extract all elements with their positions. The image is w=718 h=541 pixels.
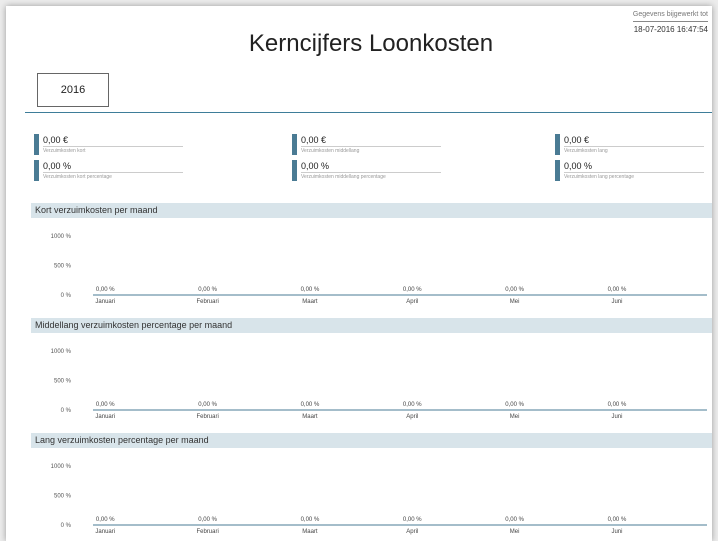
kpi-label: Verzuimkosten kort bbox=[43, 146, 183, 154]
kpi-accent-bar bbox=[34, 134, 39, 155]
kpi-accent-bar bbox=[555, 160, 560, 181]
kpi-card-medium-cost[interactable]: 0,00 € Verzuimkosten middellang bbox=[292, 134, 442, 155]
data-label: 0,00 % bbox=[198, 287, 217, 293]
kpi-accent-bar bbox=[34, 160, 39, 181]
section-header-medium: Middellang verzuimkosten percentage per … bbox=[31, 318, 712, 333]
x-tick-label: April bbox=[406, 414, 418, 420]
chart-short-per-month[interactable]: 1000 % 500 % 0 % 0,00 % Januari 0,00 % Februar… bbox=[31, 222, 712, 308]
data-label: 0,00 % bbox=[301, 402, 320, 408]
section-title: Middellang verzuimkosten percentage per … bbox=[35, 320, 233, 330]
kpi-value: 0,00 € bbox=[43, 135, 69, 145]
section-title: Lang verzuimkosten percentage per maand bbox=[35, 435, 209, 445]
report-page: Gegevens bijgewerkt tot 18-07-2016 16:47… bbox=[6, 6, 712, 541]
data-label: 0,00 % bbox=[301, 517, 320, 523]
section-header-long: Lang verzuimkosten percentage per maand bbox=[31, 433, 712, 448]
data-label: 0,00 % bbox=[608, 517, 627, 523]
kpi-value: 0,00 % bbox=[43, 161, 72, 171]
data-label: 0,00 % bbox=[403, 287, 422, 293]
x-tick-label: Januari bbox=[95, 414, 115, 420]
y-tick-label: 0 % bbox=[61, 408, 72, 414]
data-label: 0,00 % bbox=[96, 287, 115, 293]
x-tick-label: Februari bbox=[196, 529, 218, 535]
data-label: 0,00 % bbox=[505, 402, 524, 408]
section-header-short: Kort verzuimkosten per maand bbox=[31, 203, 712, 218]
data-label: 0,00 % bbox=[403, 402, 422, 408]
x-tick-label: Februari bbox=[196, 414, 218, 420]
kpi-value: 0,00 € bbox=[301, 135, 327, 145]
x-tick-label: Juni bbox=[611, 299, 622, 305]
kpi-value: 0,00 % bbox=[301, 161, 330, 171]
data-label: 0,00 % bbox=[96, 402, 115, 408]
y-tick-label: 1000 % bbox=[51, 464, 72, 470]
data-label: 0,00 % bbox=[505, 517, 524, 523]
data-label: 0,00 % bbox=[608, 402, 627, 408]
data-label: 0,00 % bbox=[198, 402, 217, 408]
x-tick-label: April bbox=[406, 299, 418, 305]
x-tick-label: Mei bbox=[510, 529, 520, 535]
kpi-card-long-percentage[interactable]: 0,00 % Verzuimkosten lang percentage bbox=[555, 160, 705, 181]
section-title: Kort verzuimkosten per maand bbox=[35, 205, 158, 215]
data-label: 0,00 % bbox=[198, 517, 217, 523]
kpi-value: 0,00 € bbox=[564, 135, 590, 145]
x-tick-label: Februari bbox=[196, 299, 218, 305]
y-tick-label: 1000 % bbox=[51, 234, 72, 240]
kpi-label: Verzuimkosten middellang bbox=[301, 146, 441, 154]
data-label: 0,00 % bbox=[608, 287, 627, 293]
data-label: 0,00 % bbox=[96, 517, 115, 523]
x-tick-label: Mei bbox=[510, 299, 520, 305]
x-tick-label: Januari bbox=[95, 299, 115, 305]
kpi-accent-bar bbox=[292, 160, 297, 181]
y-tick-label: 0 % bbox=[61, 293, 72, 299]
x-tick-label: Juni bbox=[611, 529, 622, 535]
kpi-accent-bar bbox=[555, 134, 560, 155]
y-tick-label: 500 % bbox=[54, 494, 72, 500]
chart-long-per-month[interactable]: 1000 % 500 % 0 % 0,00 % Januari 0,00 % Februar… bbox=[31, 452, 712, 538]
kpi-label: Verzuimkosten lang percentage bbox=[564, 172, 704, 180]
kpi-card-short-percentage[interactable]: 0,00 % Verzuimkosten kort percentage bbox=[34, 160, 184, 181]
y-tick-label: 500 % bbox=[54, 379, 72, 385]
page-title: Kerncijfers Loonkosten bbox=[248, 30, 494, 57]
last-refresh-label: Gegevens bijgewerkt tot bbox=[632, 11, 708, 18]
data-label: 0,00 % bbox=[505, 287, 524, 293]
kpi-label: Verzuimkosten middellang percentage bbox=[301, 172, 441, 180]
header-divider bbox=[25, 112, 712, 113]
kpi-card-short-cost[interactable]: 0,00 € Verzuimkosten kort bbox=[34, 134, 184, 155]
x-tick-label: Mei bbox=[510, 414, 520, 420]
x-tick-label: April bbox=[406, 529, 418, 535]
chart-medium-per-month[interactable]: 1000 % 500 % 0 % 0,00 % Januari 0,00 % Februar… bbox=[31, 337, 712, 423]
x-tick-label: Maart bbox=[302, 414, 318, 420]
kpi-label: Verzuimkosten lang bbox=[564, 146, 704, 154]
kpi-accent-bar bbox=[292, 134, 297, 155]
kpi-value: 0,00 % bbox=[564, 161, 593, 171]
x-tick-label: Januari bbox=[95, 529, 115, 535]
y-tick-label: 0 % bbox=[61, 523, 72, 529]
y-tick-label: 500 % bbox=[54, 264, 72, 270]
x-tick-label: Juni bbox=[611, 414, 622, 420]
kpi-label: Verzuimkosten kort percentage bbox=[43, 172, 183, 180]
data-label: 0,00 % bbox=[301, 287, 320, 293]
y-tick-label: 1000 % bbox=[51, 349, 72, 355]
kpi-card-long-cost[interactable]: 0,00 € Verzuimkosten lang bbox=[555, 134, 705, 155]
kpi-card-medium-percentage[interactable]: 0,00 % Verzuimkosten middellang percenta… bbox=[292, 160, 442, 181]
x-tick-label: Maart bbox=[302, 529, 318, 535]
x-tick-label: Maart bbox=[302, 299, 318, 305]
data-label: 0,00 % bbox=[403, 517, 422, 523]
year-slicer[interactable]: 2016 bbox=[37, 73, 109, 107]
